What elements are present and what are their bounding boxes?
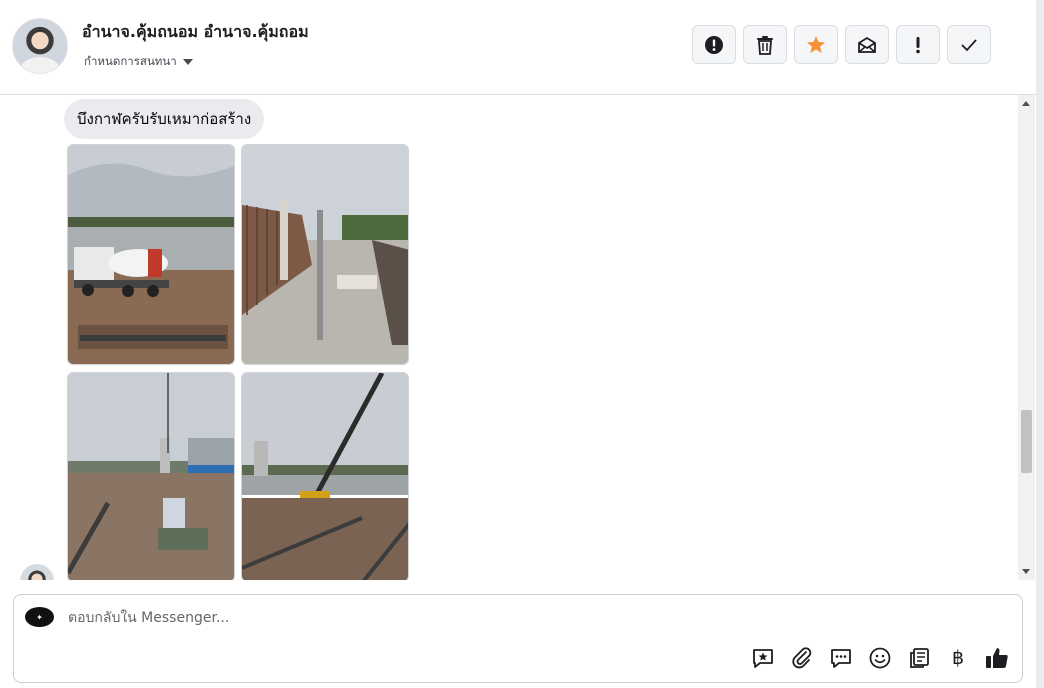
catalog-icon	[910, 648, 929, 668]
assign-conversation-dropdown[interactable]: กำหนดการสนทนา	[84, 53, 193, 71]
photo-rebar-wall[interactable]	[241, 144, 409, 365]
contact-avatar[interactable]	[12, 18, 68, 74]
page-avatar: ✦	[25, 607, 54, 627]
emoji-button[interactable]	[867, 645, 893, 671]
baht-icon: ฿	[951, 647, 965, 669]
like-button[interactable]	[984, 645, 1010, 671]
exclamation-icon	[916, 36, 920, 53]
photo-crane[interactable]	[241, 372, 409, 580]
payment-button[interactable]: ฿	[945, 645, 971, 671]
catalog-button[interactable]	[906, 645, 932, 671]
done-button[interactable]	[947, 25, 991, 64]
message-bubble: บึงกาฬครับรับเหมาก่อสร้าง	[64, 99, 265, 139]
reply-input[interactable]	[66, 605, 670, 631]
chat-button[interactable]	[828, 645, 854, 671]
attach-button[interactable]	[789, 645, 815, 671]
saved-reply-button[interactable]	[750, 645, 776, 671]
star-button[interactable]	[794, 25, 838, 64]
page-logo-icon: ✦	[36, 612, 43, 622]
delete-button[interactable]	[743, 25, 787, 64]
thread-scrollbar[interactable]	[1018, 95, 1035, 580]
construction-photo-icon	[242, 145, 408, 364]
chat-bubble-icon	[831, 649, 851, 668]
star-icon	[807, 35, 825, 53]
scroll-down-icon[interactable]	[1022, 569, 1030, 574]
envelope-icon	[858, 36, 876, 53]
window-edge	[1036, 0, 1044, 688]
construction-photo-icon	[68, 145, 234, 364]
construction-photo-icon	[68, 373, 234, 580]
construction-photo-icon	[242, 373, 408, 580]
sender-avatar[interactable]	[20, 564, 54, 580]
photo-concrete-truck[interactable]	[67, 144, 235, 365]
emoji-icon	[869, 647, 891, 669]
contact-name[interactable]: อำนาจ.คุ้มถนอม อำนาจ.คุ้มถอม	[82, 20, 309, 45]
conversation-header: อำนาจ.คุ้มถนอม อำนาจ.คุ้มถอม กำหนดการสนท…	[0, 0, 1036, 95]
scroll-up-icon[interactable]	[1022, 101, 1030, 106]
message-thread[interactable]: บึงกาฬครับรับเหมาก่อสร้าง	[0, 95, 1018, 580]
saved-reply-icon	[753, 649, 773, 668]
photo-site-equipment[interactable]	[67, 372, 235, 580]
header-actions	[692, 25, 991, 64]
scroll-thumb[interactable]	[1021, 410, 1032, 473]
caret-down-icon	[182, 59, 193, 65]
alert-circle-icon	[705, 35, 723, 54]
trash-icon	[757, 35, 773, 55]
assign-label: กำหนดการสนทนา	[84, 54, 177, 68]
mark-unread-button[interactable]	[845, 25, 889, 64]
reply-composer: ✦ ตอบกลับใน Messenger... ฿	[13, 594, 1023, 683]
attachment-icon	[792, 647, 812, 669]
important-button[interactable]	[896, 25, 940, 64]
report-spam-button[interactable]	[692, 25, 736, 64]
composer-tools: ฿	[750, 645, 1010, 671]
check-icon	[961, 38, 977, 51]
thumbs-up-icon	[986, 648, 1008, 668]
